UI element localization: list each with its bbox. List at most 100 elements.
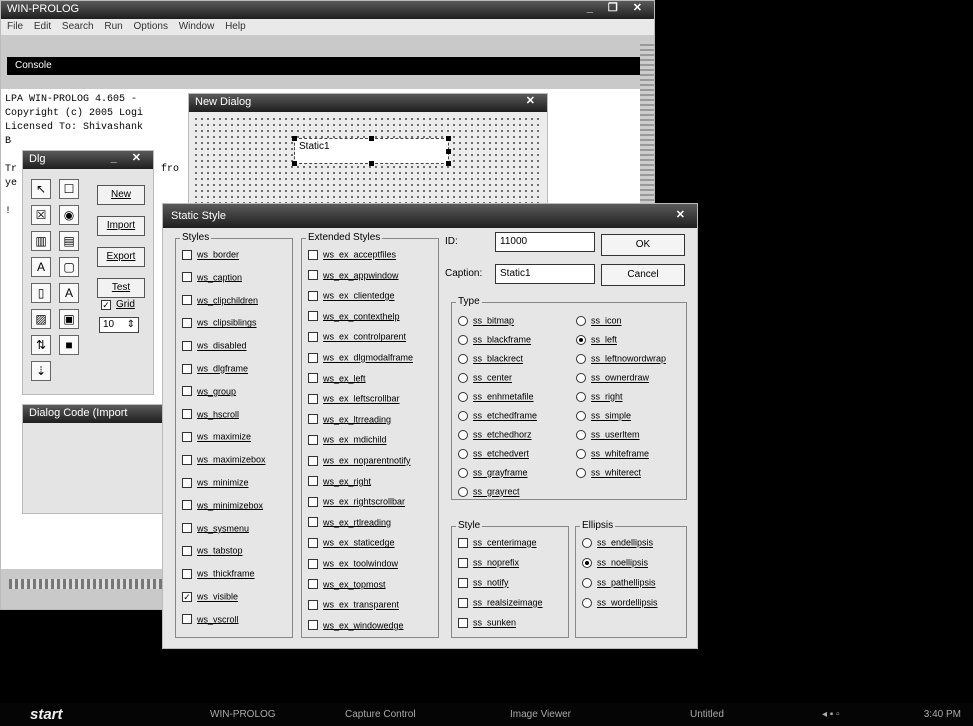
export-button[interactable]: Export [97, 247, 145, 267]
button-tool-icon[interactable]: ☐ [59, 179, 79, 199]
checkbox-ws-ex-dlgmodalframe[interactable]: ws_ex_dlgmodalframe [308, 352, 413, 370]
checkbox-ws-hscroll[interactable]: ws_hscroll [182, 409, 239, 427]
checkbox-ws-ex-mdichild[interactable]: ws_ex_mdichild [308, 434, 387, 452]
groupbox-tool-icon[interactable]: ▥ [31, 231, 51, 251]
id-field[interactable]: 11000 [495, 232, 595, 252]
checkbox-ws-ex-staticedge[interactable]: ws_ex_staticedge [308, 537, 395, 555]
radio-ss-endellipsis[interactable]: ss_endellipsis [582, 537, 653, 555]
checkbox-ws-ex-rtlreading[interactable]: ws_ex_rtlreading [308, 517, 391, 535]
checkbox-ws-minimize[interactable]: ws_minimize [182, 477, 249, 495]
dialog-code-titlebar[interactable]: Dialog Code (Import [23, 405, 176, 423]
test-button[interactable]: Test [97, 278, 145, 298]
taskbar-item[interactable]: Image Viewer [510, 709, 571, 720]
resize-handle[interactable] [292, 161, 297, 166]
checkbox-ws-ex-right[interactable]: ws_ex_right [308, 476, 371, 494]
close-icon[interactable]: ✕ [676, 208, 691, 221]
spin-arrows-icon[interactable]: ⇕ [127, 319, 135, 330]
radio-ss-noellipsis[interactable]: ss_noellipsis [582, 557, 648, 575]
checkbox-ws-ex-leftscrollbar[interactable]: ws_ex_leftscrollbar [308, 393, 400, 411]
radio-ss-whiterect[interactable]: ss_whiterect [576, 467, 641, 485]
checkbox-ss-centerimage[interactable]: ss_centerimage [458, 537, 537, 555]
checkbox-ws-vscroll[interactable]: ws_vscroll [182, 614, 239, 632]
window-controls[interactable]: _ ❐ ✕ [587, 1, 648, 14]
dlg-controls[interactable]: _ ✕ [111, 151, 147, 164]
updown-tool-icon[interactable]: ⇅ [31, 335, 51, 355]
edit-tool-icon[interactable]: ▢ [59, 257, 79, 277]
menu-bar[interactable]: File Edit Search Run Options Window Help [1, 19, 654, 35]
checkbox-ws-minimizebox[interactable]: ws_minimizebox [182, 500, 263, 518]
new-button[interactable]: New [97, 185, 145, 205]
checkbox-ws-visible[interactable]: ✓ ws_visible [182, 591, 238, 609]
checkbox-ws-clipsiblings[interactable]: ws_clipsiblings [182, 317, 257, 335]
icon-tool-icon[interactable]: ▣ [59, 309, 79, 329]
checkbox-ws-ex-noparentnotify[interactable]: ws_ex_noparentnotify [308, 455, 411, 473]
checkbox-ss-sunken[interactable]: ss_sunken [458, 617, 516, 635]
radio-ss-grayframe[interactable]: ss_grayframe [458, 467, 528, 485]
checkbox-ws-maximizebox[interactable]: ws_maximizebox [182, 454, 266, 472]
checkbox-tool-icon[interactable]: ☒ [31, 205, 51, 225]
checkbox-ws-ex-clientedge[interactable]: ws_ex_clientedge [308, 290, 395, 308]
import-button[interactable]: Import [97, 216, 145, 236]
radio-ss-leftnowordwrap[interactable]: ss_leftnowordwrap [576, 353, 666, 371]
radio-ss-etchedframe[interactable]: ss_etchedframe [458, 410, 537, 428]
checkbox-ws-ex-acceptfiles[interactable]: ws_ex_acceptfiles [308, 249, 396, 267]
radio-ss-icon[interactable]: ss_icon [576, 315, 622, 333]
checkbox-ws-tabstop[interactable]: ws_tabstop [182, 545, 243, 563]
radio-ss-left[interactable]: ss_left [576, 334, 617, 352]
checkbox-ws-caption[interactable]: ws_caption [182, 272, 242, 290]
grid-size-stepper[interactable]: 10 ⇕ [99, 317, 139, 333]
image-tool-icon[interactable]: ▨ [31, 309, 51, 329]
new-dialog-titlebar[interactable]: New Dialog ✕ [189, 94, 547, 112]
radio-ss-pathellipsis[interactable]: ss_pathellipsis [582, 577, 656, 595]
checkbox-ws-dlgframe[interactable]: ws_dlgframe [182, 363, 248, 381]
radio-ss-grayrect[interactable]: ss_grayrect [458, 486, 520, 504]
radio-ss-bitmap[interactable]: ss_bitmap [458, 315, 514, 333]
checkbox-ws-ex-toolwindow[interactable]: ws_ex_toolwindow [308, 558, 398, 576]
radio-ss-right[interactable]: ss_right [576, 391, 623, 409]
console-titlebar[interactable]: Console [7, 57, 647, 75]
taskbar-item[interactable]: Untitled [690, 709, 724, 720]
static-tool-icon[interactable]: A [31, 257, 51, 277]
close-icon[interactable]: ✕ [526, 94, 541, 107]
radio-tool-icon[interactable]: ◉ [59, 205, 79, 225]
checkbox-ws-clipchildren[interactable]: ws_clipchildren [182, 295, 258, 313]
taskbar-item[interactable]: Capture Control [345, 709, 416, 720]
caption-field[interactable]: Static1 [495, 264, 595, 284]
resize-handle[interactable] [446, 136, 451, 141]
tray-icons[interactable]: ◂ ▪ ▫ [822, 709, 840, 720]
resize-handle[interactable] [369, 136, 374, 141]
checkbox-ws-ex-ltrreading[interactable]: ws_ex_ltrreading [308, 414, 391, 432]
label-tool-icon[interactable]: A [59, 283, 79, 303]
start-button[interactable]: start [30, 706, 63, 723]
resize-handle[interactable] [446, 161, 451, 166]
radio-ss-ownerdraw[interactable]: ss_ownerdraw [576, 372, 649, 390]
radio-ss-simple[interactable]: ss_simple [576, 410, 631, 428]
resize-handle[interactable] [369, 161, 374, 166]
taskbar-item[interactable]: WIN-PROLOG [210, 709, 276, 720]
radio-ss-etchedhorz[interactable]: ss_etchedhorz [458, 429, 532, 447]
radio-ss-enhmetafile[interactable]: ss_enhmetafile [458, 391, 534, 409]
checkbox-ws-group[interactable]: ws_group [182, 386, 236, 404]
dlg-titlebar[interactable]: Dlg _ ✕ [23, 151, 153, 169]
pointer-icon[interactable]: ↖ [31, 179, 51, 199]
radio-ss-userltem[interactable]: ss_userltem [576, 429, 640, 447]
radio-ss-whiteframe[interactable]: ss_whiteframe [576, 448, 649, 466]
checkbox-ws-sysmenu[interactable]: ws_sysmenu [182, 523, 249, 541]
checkbox-ws-ex-contexthelp[interactable]: ws_ex_contexthelp [308, 311, 400, 329]
resize-handle[interactable] [446, 149, 451, 154]
listbox-tool-icon[interactable]: ▤ [59, 231, 79, 251]
static-style-titlebar[interactable]: Static Style ✕ [163, 204, 697, 228]
rect-tool-icon[interactable]: ■ [59, 335, 79, 355]
cancel-button[interactable]: Cancel [601, 264, 685, 286]
checkbox-ws-thickframe[interactable]: ws_thickframe [182, 568, 255, 586]
checkbox-ss-noprefix[interactable]: ss_noprefix [458, 557, 519, 575]
radio-ss-wordellipsis[interactable]: ss_wordellipsis [582, 597, 658, 615]
checkbox-ws-maximize[interactable]: ws_maximize [182, 431, 251, 449]
checkbox-ws-ex-controlparent[interactable]: ws_ex_controlparent [308, 331, 406, 349]
checkbox-ss-realsizeimage[interactable]: ss_realsizeimage [458, 597, 543, 615]
checkbox-ws-ex-left[interactable]: ws_ex_left [308, 373, 366, 391]
checkbox-ws-ex-topmost[interactable]: ws_ex_topmost [308, 579, 386, 597]
scrollbar-tool-icon[interactable]: ▯ [31, 283, 51, 303]
grid-checkbox[interactable]: ✓ Grid [101, 299, 135, 310]
ok-button[interactable]: OK [601, 234, 685, 256]
